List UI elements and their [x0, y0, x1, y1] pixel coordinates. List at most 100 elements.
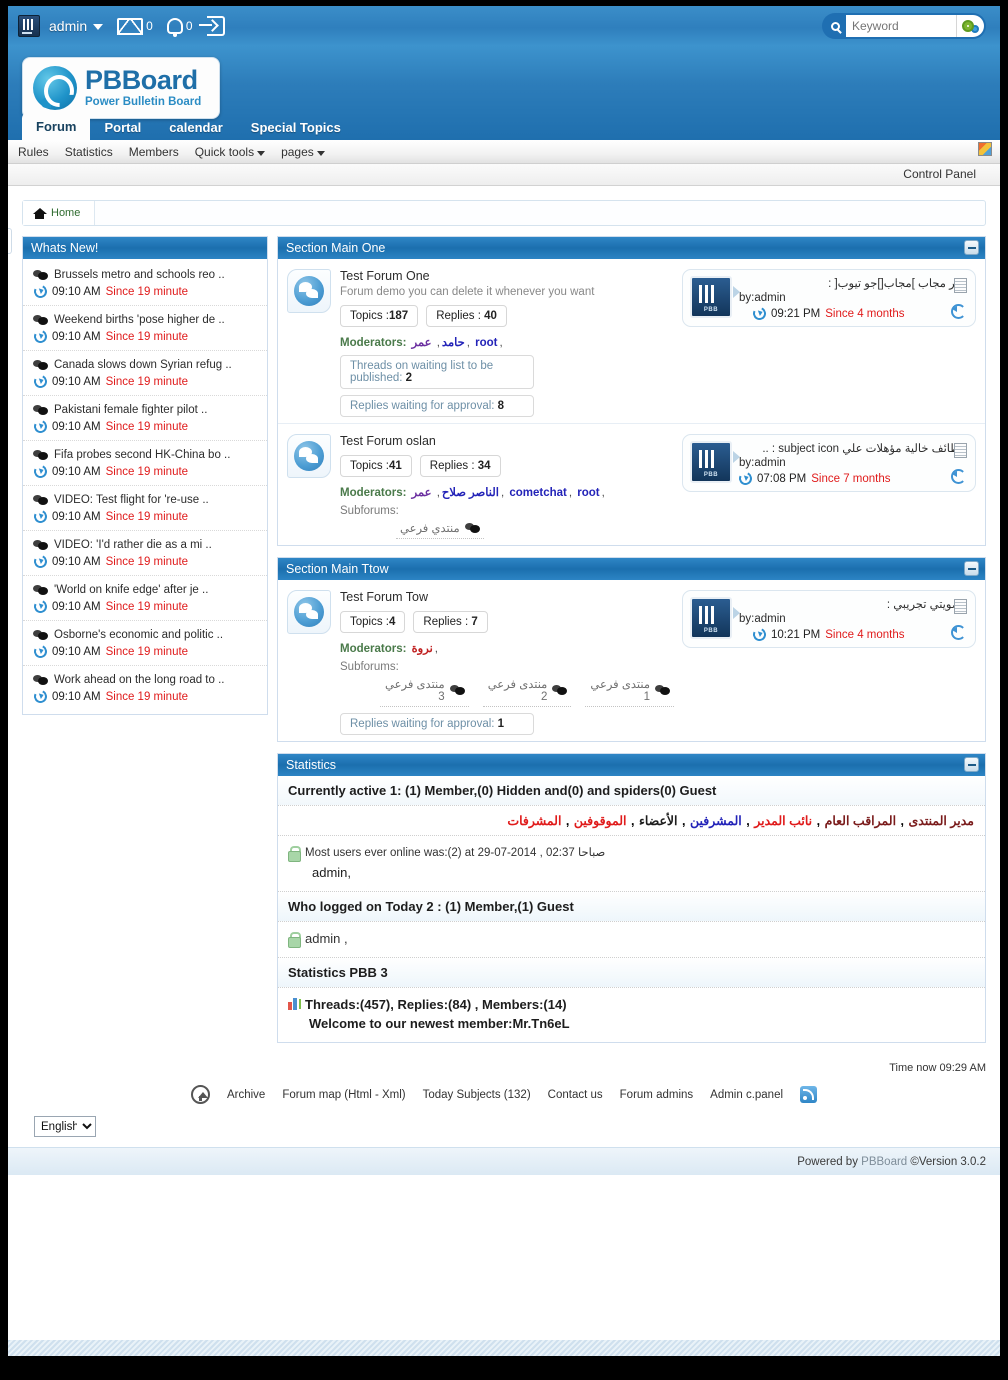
- forum-title[interactable]: Test Forum One: [340, 269, 674, 283]
- alerts-button[interactable]: 0: [167, 18, 193, 34]
- nav-members[interactable]: Members: [129, 145, 179, 159]
- whats-new-item-since: Since 19 minute: [106, 691, 188, 703]
- list-item[interactable]: VIDEO: Test flight for 're-use .. 09:10 …: [23, 486, 267, 531]
- whats-new-item-title: Osborne's economic and politic ..: [54, 629, 223, 641]
- collapse-button[interactable]: [964, 757, 979, 772]
- list-item[interactable]: 'World on knife edge' after je .. 09:10 …: [23, 576, 267, 621]
- whats-new-item-time: 09:10 AM: [52, 556, 101, 568]
- last-post-author[interactable]: by:admin: [739, 613, 967, 625]
- list-item[interactable]: Brussels metro and schools reo .. 09:10 …: [23, 261, 267, 306]
- clock-icon: [751, 626, 768, 643]
- nav-pages[interactable]: pages: [281, 145, 325, 159]
- replies-waiting-box[interactable]: Replies waiting for approval: 1: [340, 713, 534, 735]
- last-post-subject[interactable]: وظائف خالية مؤهلات علي subject icon : ..: [739, 441, 967, 455]
- moderator-link[interactable]: root: [577, 487, 599, 499]
- topics-count: Topics :187: [340, 305, 418, 327]
- today-users-block: admin ,: [278, 922, 985, 958]
- list-item[interactable]: Canada slows down Syrian refug .. 09:10 …: [23, 351, 267, 396]
- avatar-pointer-icon: [733, 286, 740, 298]
- advanced-search-button[interactable]: [956, 15, 984, 37]
- moderator-link[interactable]: عمر: [412, 487, 432, 499]
- whats-new-item-title: Pakistani female fighter pilot ..: [54, 404, 207, 416]
- nav-statistics[interactable]: Statistics: [65, 145, 113, 159]
- collapse-button[interactable]: [964, 561, 979, 576]
- moderator-link[interactable]: cometchat: [509, 487, 567, 499]
- whats-new-list: Brussels metro and schools reo .. 09:10 …: [23, 259, 267, 714]
- nav-rules[interactable]: Rules: [18, 145, 49, 159]
- main-tabs: Forum Portal calendar Special Topics: [22, 113, 355, 140]
- clock-icon: [32, 328, 49, 345]
- footer-link-today-subjects[interactable]: Today Subjects (132): [423, 1089, 531, 1101]
- subforums-label: Subforums:: [340, 661, 674, 673]
- role-link[interactable]: المشرفات: [507, 814, 561, 828]
- tab-forum[interactable]: Forum: [22, 113, 90, 140]
- rss-icon[interactable]: [800, 1086, 817, 1103]
- nav-quick-tools[interactable]: Quick tools: [195, 145, 265, 159]
- role-link[interactable]: نائب المدير: [754, 814, 812, 828]
- scroll-top-icon[interactable]: [191, 1085, 210, 1104]
- who-logged-today-title: Who logged on Today 2 : (1) Member,(1) G…: [278, 892, 985, 922]
- threads-waiting-box[interactable]: Threads on waiting list to be published:…: [340, 355, 534, 389]
- role-link[interactable]: المراقب العام: [825, 814, 896, 828]
- topics-count: Topics :4: [340, 611, 405, 633]
- last-post-subject[interactable]: تصويتي تجريبي :: [739, 597, 967, 611]
- role-link[interactable]: المشرفين: [690, 814, 742, 828]
- list-item[interactable]: Pakistani female fighter pilot .. 09:10 …: [23, 396, 267, 441]
- messages-button[interactable]: 0: [117, 18, 153, 35]
- footer-link-forum-admins[interactable]: Forum admins: [620, 1089, 694, 1101]
- whats-new-header: Whats New!: [23, 237, 267, 259]
- list-item[interactable]: Fifa probes second HK-China bo .. 09:10 …: [23, 441, 267, 486]
- today-user[interactable]: admin ,: [305, 931, 348, 946]
- moderator-link[interactable]: root: [475, 337, 497, 349]
- clock-icon: [32, 283, 49, 300]
- subforum-link[interactable]: منتدى فرعي 1: [585, 677, 674, 707]
- list-item[interactable]: Weekend births 'pose higher de .. 09:10 …: [23, 306, 267, 351]
- tab-calendar[interactable]: calendar: [155, 114, 236, 140]
- tab-portal[interactable]: Portal: [90, 114, 155, 140]
- breadcrumb-home[interactable]: Home: [23, 201, 95, 225]
- moderator-link[interactable]: نروة: [412, 643, 433, 655]
- footer-link-contact-us[interactable]: Contact us: [548, 1089, 603, 1101]
- goto-last-post-icon[interactable]: [951, 625, 966, 640]
- replies-waiting-box[interactable]: Replies waiting for approval: 8: [340, 395, 534, 417]
- goto-last-post-icon[interactable]: [951, 469, 966, 484]
- list-item[interactable]: VIDEO: 'I'd rather die as a mi .. 09:10 …: [23, 531, 267, 576]
- list-item[interactable]: Osborne's economic and politic .. 09:10 …: [23, 621, 267, 666]
- forum-icon: [287, 590, 331, 634]
- role-link[interactable]: مدير المنتدى: [908, 814, 974, 828]
- search-icon[interactable]: [824, 15, 846, 37]
- admin-menu[interactable]: admin: [49, 18, 103, 34]
- subforum-link[interactable]: منتدي فرعي: [396, 521, 484, 539]
- footer-link-admin-cpanel[interactable]: Admin c.panel: [710, 1089, 783, 1101]
- list-item[interactable]: Work ahead on the long road to .. 09:10 …: [23, 666, 267, 710]
- footer-link-forum-map[interactable]: Forum map (Html - Xml): [282, 1089, 405, 1101]
- language-select[interactable]: English: [34, 1116, 96, 1137]
- moderator-link[interactable]: حامد: [442, 337, 465, 349]
- theme-swatch-icon[interactable]: [978, 142, 992, 156]
- control-panel-link[interactable]: Control Panel: [903, 167, 976, 181]
- forum-title[interactable]: Test Forum oslan: [340, 434, 674, 448]
- footer-link-archive[interactable]: Archive: [227, 1089, 265, 1101]
- role-link[interactable]: الموقوفين: [574, 814, 627, 828]
- most-online-user[interactable]: admin,: [288, 865, 975, 880]
- subforum-link[interactable]: منتدى فرعي 2: [483, 677, 572, 707]
- sidebar-collapse-toggle[interactable]: »: [8, 228, 12, 254]
- whats-new-item-title: VIDEO: 'I'd rather die as a mi ..: [54, 539, 212, 551]
- forum-title[interactable]: Test Forum Tow: [340, 590, 674, 604]
- powered-by-brand[interactable]: PBBoard: [861, 1156, 907, 1168]
- last-post-author[interactable]: by:admin: [739, 292, 967, 304]
- role-link[interactable]: الأعضاء: [639, 814, 678, 828]
- subforum-link[interactable]: منتدى فرعي 3: [380, 677, 469, 707]
- tab-special-topics[interactable]: Special Topics: [237, 114, 355, 140]
- logout-button[interactable]: [207, 16, 225, 36]
- moderator-link[interactable]: الناصر صلاح: [442, 487, 499, 499]
- messages-count: 0: [146, 19, 153, 33]
- moderator-link[interactable]: عمر: [412, 337, 432, 349]
- site-logo[interactable]: PBBoard Power Bulletin Board: [22, 57, 220, 119]
- search-input[interactable]: [846, 15, 956, 37]
- last-post-author[interactable]: by:admin: [739, 457, 967, 469]
- last-post-subject[interactable]: غير مجاب ]مجاب[]جو تيوب[ :: [739, 276, 967, 290]
- goto-last-post-icon[interactable]: [951, 304, 966, 319]
- main-column: Section Main One Test Forum One Forum de…: [277, 236, 986, 1054]
- collapse-button[interactable]: [964, 240, 979, 255]
